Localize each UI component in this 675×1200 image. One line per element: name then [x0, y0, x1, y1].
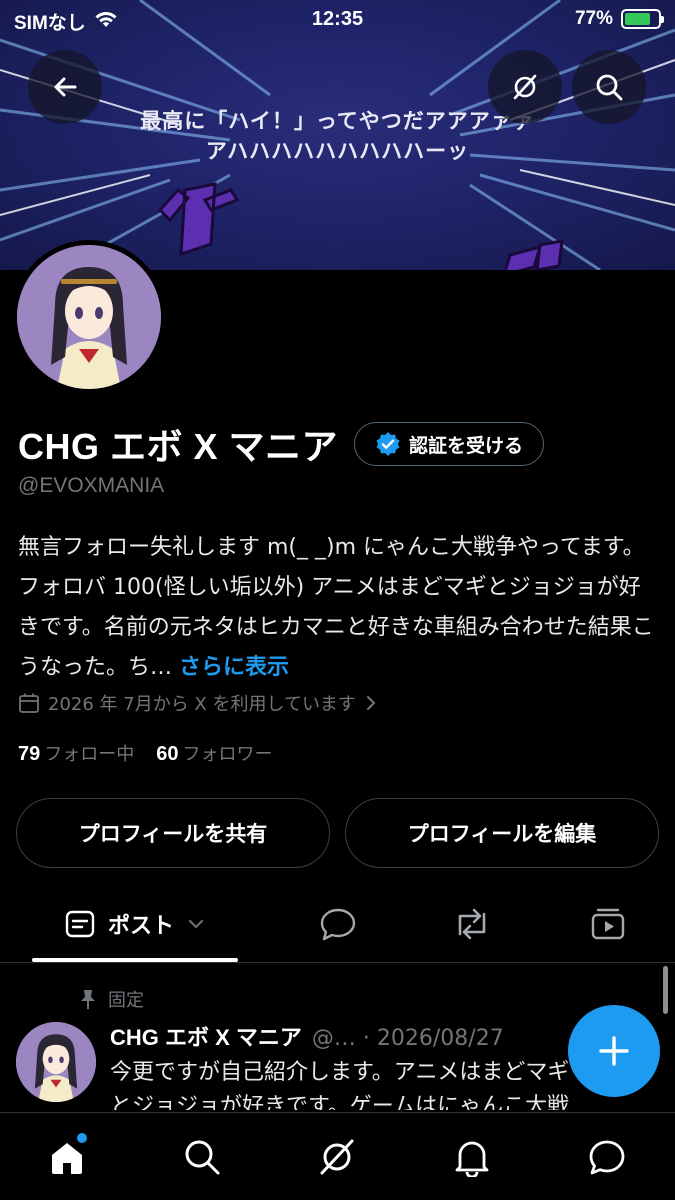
- tab-replies[interactable]: [296, 885, 380, 963]
- follow-counts: 79 フォロー中 60 フォロワー: [18, 740, 273, 766]
- battery-icon: [621, 9, 664, 29]
- edit-profile-button[interactable]: プロフィールを編集: [345, 798, 659, 868]
- joined-date[interactable]: 2026 年 7月から X を利用しています: [18, 690, 378, 716]
- grok-icon: [513, 74, 537, 100]
- back-arrow-icon: [54, 77, 77, 97]
- banner-line-2: アハハハハハハハハハーッ: [205, 138, 470, 163]
- get-verified-label: 認証を受ける: [409, 434, 524, 457]
- compose-button[interactable]: [568, 1005, 660, 1097]
- back-button[interactable]: [28, 50, 102, 124]
- post-avatar[interactable]: [16, 1022, 96, 1102]
- status-bar: SIMなし 12:35 77%: [0, 0, 675, 38]
- show-more-link[interactable]: さらに表示: [179, 655, 289, 680]
- clock: 12:35: [311, 8, 364, 30]
- battery-percent: 77%: [574, 8, 613, 29]
- tab-media[interactable]: [566, 885, 650, 963]
- nav-notifications[interactable]: [450, 1135, 494, 1179]
- nav-grok[interactable]: [315, 1135, 359, 1179]
- chevron-right-icon: [366, 696, 376, 710]
- followers-link[interactable]: 60 フォロワー: [156, 740, 272, 766]
- post-header: CHG エボ X マニア @… · 2026/08/27: [110, 1020, 504, 1052]
- scrollbar[interactable]: [663, 966, 668, 1014]
- message-icon: [589, 1140, 625, 1175]
- banner-caption: 最高に「ハイ！」ってやつだアアアァァ アハハハハハハハハハーッ: [0, 106, 675, 166]
- profile-avatar[interactable]: [12, 240, 166, 394]
- bell-icon: [455, 1141, 489, 1177]
- posts-icon: [65, 910, 95, 938]
- display-name: CHG エボ X マニア: [18, 426, 339, 467]
- home-icon: [52, 1143, 82, 1174]
- share-profile-button[interactable]: プロフィールを共有: [16, 798, 330, 868]
- bottom-nav: [0, 1112, 675, 1200]
- active-tab-indicator: [32, 958, 238, 962]
- post-author-name[interactable]: CHG エボ X マニア: [110, 1020, 302, 1052]
- sfx-lettering: [157, 182, 564, 270]
- search-icon: [185, 1140, 220, 1175]
- bio-text: 無言フォロー失礼します m(_ _)m にゃんこ大戦争やってます。フォロバ 10…: [18, 535, 654, 680]
- grok-icon: [320, 1139, 354, 1175]
- pinned-label: 固定: [108, 990, 144, 1011]
- name-row: CHG エボ X マニア 認証を受ける: [18, 418, 545, 470]
- battery-fill: [625, 13, 650, 25]
- search-button[interactable]: [572, 50, 646, 124]
- plus-icon: [599, 1036, 629, 1066]
- nav-search[interactable]: [180, 1135, 224, 1179]
- tab-posts[interactable]: ポスト: [32, 885, 238, 963]
- joined-text: 2026 年 7月から X を利用しています: [48, 694, 356, 715]
- media-icon: [591, 908, 625, 940]
- calendar-icon: [19, 693, 39, 713]
- following-link[interactable]: 79 フォロー中: [18, 740, 134, 766]
- avatar-image: [17, 245, 161, 389]
- reply-icon: [320, 908, 356, 941]
- followers-label: フォロワー: [182, 744, 273, 765]
- banner-line-1: 最高に「ハイ！」ってやつだアアアァァ: [140, 108, 535, 133]
- following-count: 79: [18, 743, 41, 765]
- bio: 無言フォロー失礼します m(_ _)m にゃんこ大戦争やってます。フォロバ 10…: [18, 528, 658, 688]
- pinned-indicator: 固定: [78, 986, 144, 1012]
- nav-messages[interactable]: [585, 1135, 629, 1179]
- tab-posts-label: ポスト: [107, 914, 174, 939]
- user-handle: @EVOXMANIA: [18, 474, 165, 497]
- profile-tabs: ポスト: [0, 885, 675, 963]
- followers-count: 60: [156, 743, 179, 765]
- following-label: フォロー中: [44, 744, 135, 765]
- grok-button[interactable]: [488, 50, 562, 124]
- nav-home[interactable]: [45, 1133, 89, 1179]
- notification-dot: [77, 1133, 87, 1143]
- chevron-down-icon: [189, 920, 203, 929]
- status-right: 77%: [574, 8, 664, 30]
- search-icon: [596, 74, 623, 101]
- profile-banner[interactable]: 最高に「ハイ！」ってやつだアアアァァ アハハハハハハハハハーッ: [0, 0, 675, 270]
- get-verified-button[interactable]: 認証を受ける: [354, 422, 545, 466]
- verified-badge-icon: [376, 432, 400, 456]
- pin-icon: [81, 990, 95, 1009]
- tab-reposts[interactable]: [430, 885, 514, 963]
- post-meta: @… · 2026/08/27: [311, 1026, 504, 1051]
- repost-icon: [458, 908, 486, 940]
